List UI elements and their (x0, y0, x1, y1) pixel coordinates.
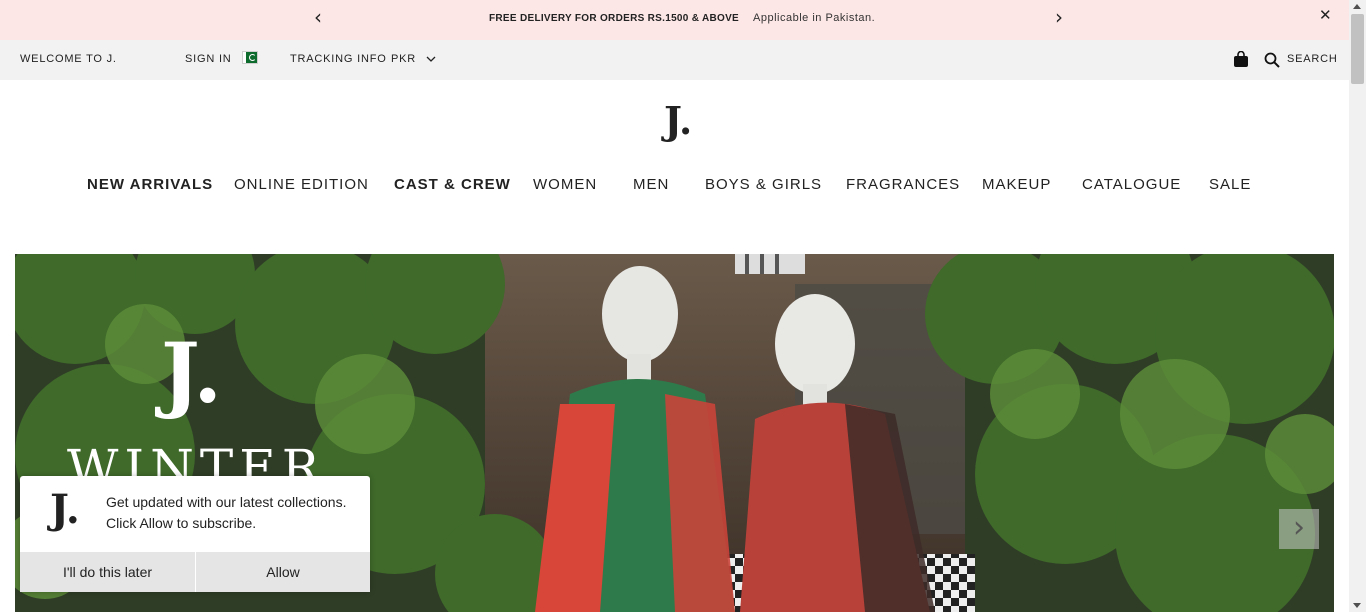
later-button[interactable]: I'll do this later (20, 552, 195, 592)
search-label[interactable]: SEARCH (1287, 53, 1338, 65)
promo-bar: ‹ FREE DELIVERY FOR ORDERS RS.1500 & ABO… (0, 0, 1349, 40)
popup-message: Get updated with our latest collections.… (106, 494, 347, 531)
nav-women[interactable]: WOMEN (533, 176, 597, 193)
nav-cast-crew[interactable]: CAST & CREW (394, 176, 511, 193)
sign-in-link[interactable]: SIGN IN (185, 53, 232, 65)
promo-subline: Applicable in Pakistan. (753, 12, 876, 24)
pakistan-flag-icon[interactable] (242, 51, 258, 64)
promo-message: FREE DELIVERY FOR ORDERS RS.1500 & ABOVE… (489, 12, 875, 24)
scrollbar-thumb[interactable] (1351, 14, 1364, 84)
utility-bar: WELCOME TO J. SIGN IN TRACKING INFO PKR … (0, 40, 1349, 80)
chevron-right-icon[interactable]: › (1055, 7, 1063, 27)
popup-logo: J. (50, 486, 80, 533)
nav-catalogue[interactable]: CATALOGUE (1082, 176, 1181, 193)
nav-fragrances[interactable]: FRAGRANCES (846, 176, 960, 193)
nav-makeup[interactable]: MAKEUP (982, 176, 1051, 193)
chevron-down-icon (426, 56, 436, 62)
chevron-left-icon[interactable]: ‹ (314, 7, 322, 27)
subscribe-popup: J. Get updated with our latest collectio… (20, 476, 370, 592)
nav-sale[interactable]: SALE (1209, 176, 1251, 193)
search-icon[interactable] (1264, 52, 1280, 68)
nav-online-edition[interactable]: ONLINE EDITION (234, 176, 369, 193)
nav-men[interactable]: MEN (633, 176, 669, 193)
close-icon[interactable]: ✕ (1319, 6, 1332, 24)
allow-button[interactable]: Allow (196, 552, 370, 592)
currency-selector[interactable]: PKR (391, 53, 436, 65)
slider-next-button[interactable]: › (1279, 509, 1319, 549)
nav-boys-girls[interactable]: BOYS & GIRLS (705, 176, 822, 193)
promo-headline: FREE DELIVERY FOR ORDERS RS.1500 & ABOVE (489, 13, 740, 24)
nav-new-arrivals[interactable]: NEW ARRIVALS (87, 176, 213, 193)
welcome-text: WELCOME TO J. (20, 53, 117, 65)
hero-logo: J. (161, 326, 222, 422)
chevron-right-icon: › (1293, 510, 1305, 545)
scroll-up-arrow[interactable] (1353, 4, 1361, 9)
scroll-down-arrow[interactable] (1353, 603, 1361, 608)
currency-label: PKR (391, 53, 417, 65)
page-scrollbar[interactable] (1349, 0, 1366, 612)
site-logo[interactable]: J. (664, 98, 692, 144)
shopping-bag-icon[interactable] (1233, 51, 1249, 68)
tracking-info-link[interactable]: TRACKING INFO (290, 53, 387, 65)
